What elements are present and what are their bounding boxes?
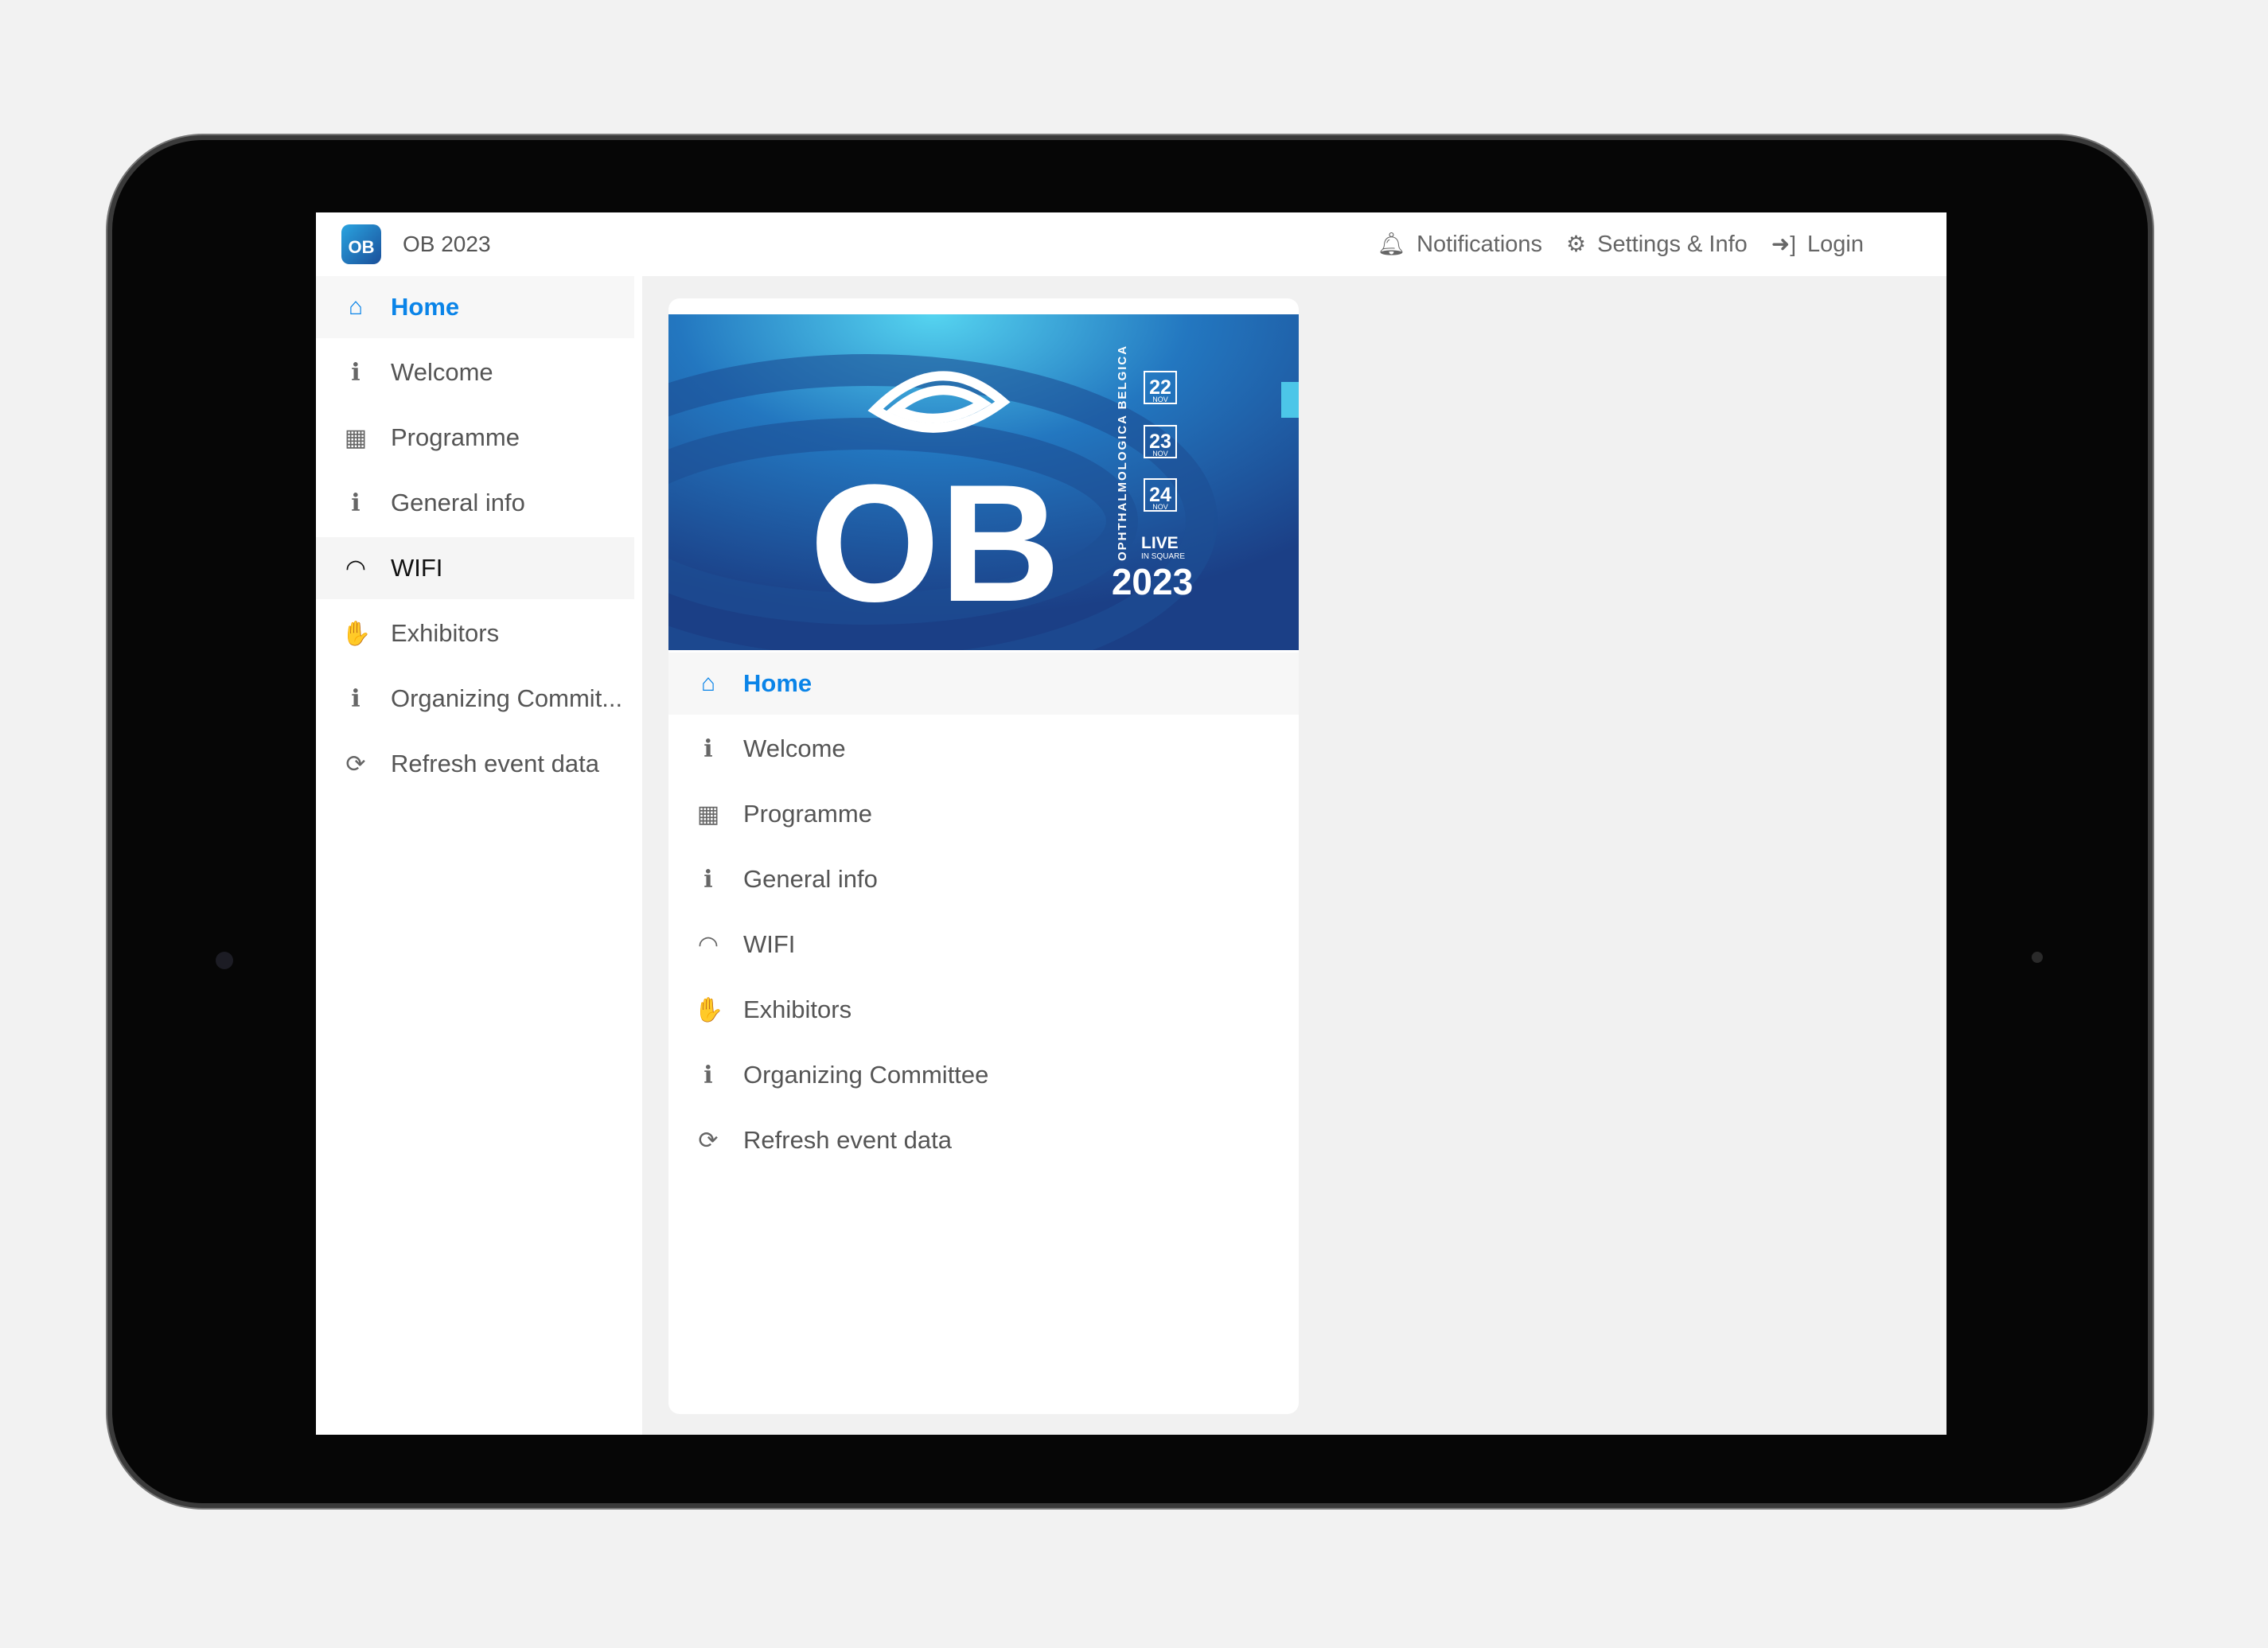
- header: OB OB 2023 🔔︎ Notifications ⚙ Settings & I…: [316, 212, 1947, 276]
- camera: [216, 952, 233, 969]
- app-title: OB 2023: [403, 232, 491, 256]
- date-month: NOV: [1152, 503, 1168, 511]
- banner-live: LIVE: [1141, 534, 1179, 552]
- banner-ob: OB: [810, 450, 1061, 637]
- menu-item-welcome[interactable]: i Welcome: [668, 718, 1299, 780]
- banner-vertical-text: OPHTHALMOLOGICA BELGICA: [1116, 345, 1129, 561]
- menu-item-label: Welcome: [391, 358, 493, 386]
- menu-item-label: Home: [743, 669, 813, 697]
- sidebar: ⌂ Home i Welcome ▦ Programme i General info ◠ WIF…: [316, 276, 642, 1435]
- menu-item-refresh-event-data[interactable]: ⟳ Refresh event data: [316, 733, 634, 795]
- calendar-icon: ▦: [344, 424, 368, 451]
- menu-item-organizing-committee[interactable]: i Organizing Committee: [668, 1044, 1299, 1106]
- login-icon: ➜]: [1771, 232, 1797, 256]
- sensor: [2032, 952, 2043, 963]
- menu-item-organizing-committee[interactable]: i Organizing Commit...: [316, 668, 634, 730]
- menu-item-label: WIFI: [391, 554, 443, 582]
- settings-button[interactable]: ⚙ Settings & Info: [1566, 231, 1748, 258]
- menu-item-label: Organizing Committee: [743, 1061, 989, 1089]
- date-month: NOV: [1152, 395, 1168, 403]
- menu-item-label: Home: [391, 293, 460, 321]
- refresh-icon: ⟳: [345, 750, 366, 777]
- info-icon: i: [703, 865, 713, 894]
- wifi-icon: ◠: [345, 555, 367, 582]
- info-icon: i: [351, 489, 360, 517]
- menu-item-label: Refresh event data: [391, 750, 599, 777]
- refresh-icon: ⟳: [698, 1127, 719, 1154]
- menu-item-home[interactable]: ⌂ Home: [668, 653, 1299, 715]
- header-nav: 🔔︎ Notifications ⚙ Settings & Info ➜] Login: [1378, 231, 1864, 258]
- gear-icon: ⚙: [1566, 232, 1587, 256]
- menu-item-wifi[interactable]: ◠ WIFI: [668, 914, 1299, 976]
- calendar-icon: ▦: [696, 801, 720, 828]
- menu-item-welcome[interactable]: i Welcome: [316, 341, 634, 403]
- login-button[interactable]: ➜] Login: [1771, 231, 1864, 258]
- menu-item-label: Exhibitors: [391, 619, 500, 647]
- home-card: OB OPHTHALMOLOGICA BELGICA 22 NOV 23 NOV…: [668, 298, 1299, 1414]
- home-icon: ⌂: [700, 670, 716, 696]
- menu-item-wifi[interactable]: ◠ WIFI: [316, 537, 634, 599]
- banner-year: 2023: [1112, 561, 1193, 602]
- menu-item-label: Exhibitors: [743, 995, 852, 1023]
- settings-label: Settings & Info: [1597, 232, 1748, 257]
- card-menu: ⌂ Home i Welcome ▦ Programme i General info ◠ WIF…: [668, 653, 1299, 1175]
- banner-live-sub: IN SQUARE: [1141, 552, 1185, 561]
- menu-item-label: General info: [743, 865, 878, 893]
- menu-item-refresh-event-data[interactable]: ⟳ Refresh event data: [668, 1109, 1299, 1171]
- app-screen: OB OB 2023 🔔︎ Notifications ⚙ Settings & I…: [316, 212, 1947, 1435]
- menu-item-label: Welcome: [743, 734, 846, 762]
- menu-item-home[interactable]: ⌂ Home: [316, 276, 634, 338]
- menu-item-label: WIFI: [743, 930, 796, 958]
- info-icon: i: [351, 358, 360, 387]
- menu-item-exhibitors[interactable]: ✋ Exhibitors: [316, 602, 634, 664]
- handshake-icon: ✋: [341, 620, 372, 647]
- menu-item-label: Programme: [391, 423, 520, 451]
- menu-item-general-info[interactable]: i General info: [668, 848, 1299, 910]
- date-month: NOV: [1152, 450, 1168, 458]
- event-banner: OB OPHTHALMOLOGICA BELGICA 22 NOV 23 NOV…: [668, 314, 1299, 650]
- notifications-button[interactable]: 🔔︎ Notifications: [1378, 231, 1543, 258]
- app-logo: OB: [341, 224, 381, 264]
- menu-item-label: Refresh event data: [743, 1126, 952, 1154]
- info-icon: i: [703, 734, 713, 763]
- menu-item-programme[interactable]: ▦ Programme: [316, 407, 634, 469]
- menu-item-label: General info: [391, 489, 525, 516]
- info-icon: i: [703, 1061, 713, 1089]
- notifications-label: Notifications: [1417, 232, 1543, 257]
- menu-item-general-info[interactable]: i General info: [316, 472, 634, 534]
- menu-item-label: Organizing Commit...: [391, 684, 623, 712]
- wifi-icon: ◠: [697, 931, 719, 958]
- bell-icon: 🔔︎: [1377, 232, 1406, 256]
- handshake-icon: ✋: [694, 996, 724, 1023]
- info-icon: i: [351, 684, 360, 713]
- menu-item-exhibitors[interactable]: ✋ Exhibitors: [668, 979, 1299, 1041]
- login-label: Login: [1807, 232, 1864, 257]
- home-icon: ⌂: [348, 294, 364, 320]
- menu-item-label: Programme: [743, 800, 872, 828]
- menu-item-programme[interactable]: ▦ Programme: [668, 783, 1299, 845]
